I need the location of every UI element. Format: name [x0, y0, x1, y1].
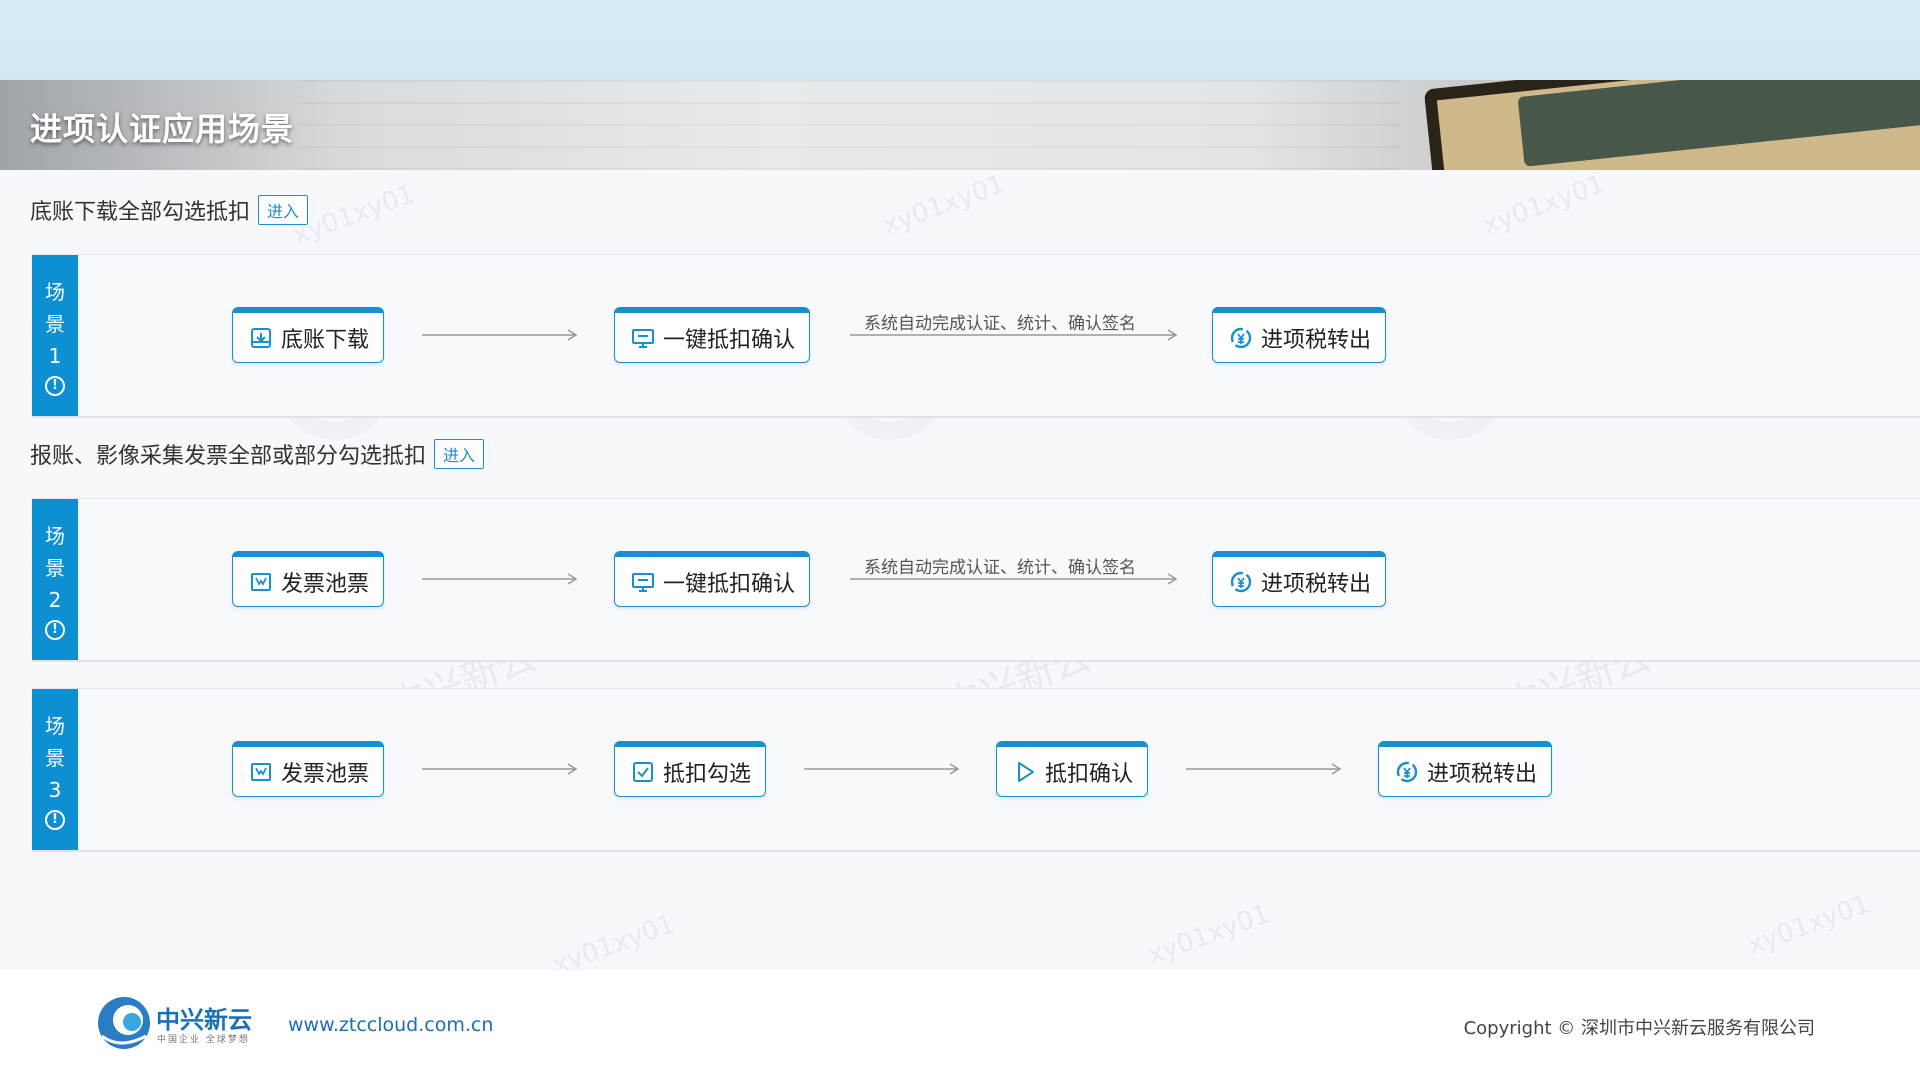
invoice-pool-icon	[249, 570, 273, 594]
flow-arrow	[804, 759, 964, 779]
watermark-text: xy01xy01	[878, 169, 1009, 241]
flow-arrow	[422, 325, 582, 345]
flow-node-label: 进项税转出	[1427, 761, 1538, 787]
scenario-tag-char: 场	[45, 713, 65, 738]
section-title: 报账、影像采集发票全部或部分勾选抵扣 进入	[30, 438, 485, 470]
page-title: 进项认证应用场景	[30, 110, 295, 148]
scenario-panel: 场 景 2 ! 发票池票 一键抵扣确认 系统自动完成认证、统计、确认签名 进项税…	[32, 498, 1920, 662]
flow-arrow	[850, 569, 1182, 589]
scenario-tag-char: 景	[45, 555, 65, 580]
yen-cycle-icon	[1229, 570, 1253, 594]
flow-node-one-click-confirm[interactable]: 一键抵扣确认	[614, 551, 811, 607]
download-box-icon	[249, 326, 273, 350]
info-icon[interactable]: !	[45, 809, 65, 830]
yen-cycle-icon	[1395, 760, 1419, 784]
watermark-text: xy01xy01	[1478, 169, 1609, 241]
footer-copyright: Copyright © 深圳市中兴新云服务有限公司	[1463, 1018, 1815, 1039]
brand-logo-icon	[90, 992, 160, 1052]
scenario-tag-char: 3	[48, 777, 62, 802]
flow-node-tax-transfer-out[interactable]: 进项税转出	[1212, 307, 1387, 363]
banner-paper-texture	[300, 80, 1400, 170]
section-title-text: 底账下载全部勾选抵扣	[30, 200, 251, 225]
scenario-tag: 场 景 1 !	[32, 255, 78, 416]
flow-arrow	[422, 569, 582, 589]
flow-node-ledger-download[interactable]: 底账下载	[232, 307, 385, 363]
checkbox-icon	[631, 760, 655, 784]
scenario-tag-char: 1	[48, 343, 62, 368]
yen-cycle-icon	[1229, 326, 1253, 350]
flow-node-label: 抵扣勾选	[663, 761, 752, 787]
flow-node-label: 进项税转出	[1261, 327, 1372, 353]
info-icon[interactable]: !	[45, 619, 65, 640]
scenario-tag-char: 场	[45, 523, 65, 548]
monitor-icon	[631, 326, 655, 350]
info-icon[interactable]: !	[45, 375, 65, 396]
flow-node-label: 一键抵扣确认	[663, 327, 796, 353]
flow-arrow	[422, 759, 582, 779]
scenario-tag: 场 景 3 !	[32, 689, 78, 850]
footer: 中兴新云 中国企业 全球梦想 www.ztccloud.com.cn Copyr…	[0, 970, 1920, 1080]
scenario-panel: 场 景 3 ! 发票池票 抵扣勾选 抵扣确认 进项税转出	[32, 688, 1920, 852]
enter-button[interactable]: 进入	[258, 195, 309, 225]
scenario-tag-char: 景	[45, 311, 65, 336]
flow-node-deduction-select[interactable]: 抵扣勾选	[614, 741, 767, 797]
main-content: xy01xy01 xy01xy01 xy01xy01 xy01xy01 xy01…	[0, 169, 1920, 981]
watermark-text: xy01xy01	[1743, 889, 1874, 961]
flow-node-label: 一键抵扣确认	[663, 571, 796, 597]
flow-node-label: 抵扣确认	[1045, 761, 1134, 787]
flow-node-invoice-pool[interactable]: 发票池票	[232, 741, 385, 797]
scenario-tag-char: 2	[48, 587, 62, 612]
flow-node-invoice-pool[interactable]: 发票池票	[232, 551, 385, 607]
flow-node-label: 发票池票	[281, 761, 370, 787]
flow-node-tax-transfer-out[interactable]: 进项税转出	[1212, 551, 1387, 607]
watermark-text: xy01xy01	[1143, 899, 1274, 971]
scenario-tag-char: 景	[45, 745, 65, 770]
flow-node-label: 发票池票	[281, 571, 370, 597]
play-icon	[1013, 760, 1037, 784]
flow-node-one-click-confirm[interactable]: 一键抵扣确认	[614, 307, 811, 363]
monitor-icon	[631, 570, 655, 594]
top-strip	[0, 0, 1920, 80]
flow-node-tax-transfer-out[interactable]: 进项税转出	[1378, 741, 1553, 797]
flow-arrow	[1186, 759, 1346, 779]
flow-node-label: 进项税转出	[1261, 571, 1372, 597]
scenario-tag-char: 场	[45, 279, 65, 304]
watermark-text: xy01xy01	[288, 179, 419, 251]
section-title-text: 报账、影像采集发票全部或部分勾选抵扣	[30, 444, 427, 469]
scenario-panel: 场 景 1 ! 底账下载 一键抵扣确认 系统自动完成认证、统计、确认签名 进项税…	[32, 254, 1920, 418]
enter-button[interactable]: 进入	[434, 439, 485, 469]
flow-arrow	[850, 325, 1182, 345]
flow-node-label: 底账下载	[281, 327, 370, 353]
scenario-tag: 场 景 2 !	[32, 499, 78, 660]
invoice-pool-icon	[249, 760, 273, 784]
footer-slogan: 中国企业 全球梦想	[157, 1035, 250, 1045]
footer-website-link[interactable]: www.ztccloud.com.cn	[288, 1014, 493, 1036]
flow-node-deduction-confirm[interactable]: 抵扣确认	[996, 741, 1149, 797]
section-title: 底账下载全部勾选抵扣 进入	[30, 194, 309, 226]
footer-brand-name: 中兴新云	[156, 1006, 252, 1034]
